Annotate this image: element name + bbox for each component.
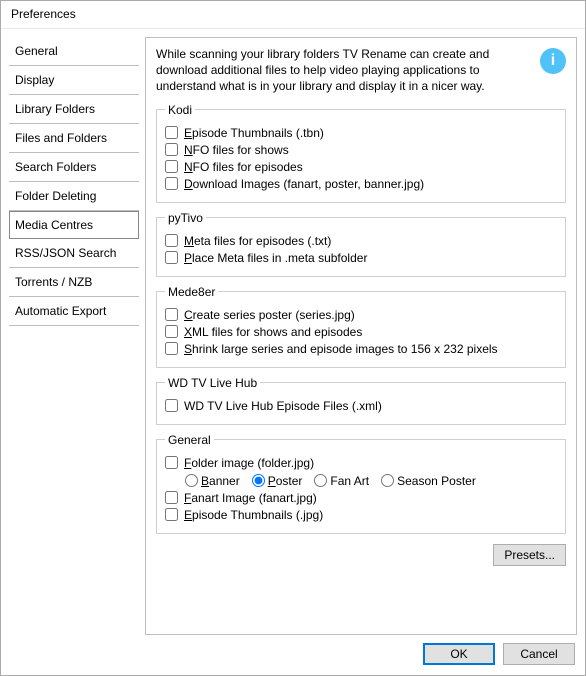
checkbox-pytivo-meta-files[interactable]	[165, 234, 178, 247]
checkbox-label: Place Meta files in .meta subfolder	[184, 251, 367, 265]
radio-poster[interactable]	[252, 474, 265, 487]
group-wdtv-legend: WD TV Live Hub	[165, 376, 260, 390]
checkbox-kodi-download-images[interactable]	[165, 177, 178, 190]
checkbox-wdtv-episode-files[interactable]	[165, 399, 178, 412]
checkbox-kodi-nfo-shows[interactable]	[165, 143, 178, 156]
checkbox-pytivo-subfolder[interactable]	[165, 251, 178, 264]
group-mede8er: Mede8er Create series poster (series.jpg…	[156, 285, 566, 368]
sidebar-item-library-folders[interactable]: Library Folders	[9, 95, 139, 124]
main-area: General Display Library Folders Files an…	[9, 37, 577, 635]
dialog-footer: OK Cancel	[9, 635, 577, 667]
checkbox-mede8er-shrink-images[interactable]	[165, 342, 178, 355]
group-general-legend: General	[165, 433, 214, 447]
radio-fan-art[interactable]	[314, 474, 327, 487]
sidebar-item-label: Search Folders	[15, 160, 96, 174]
presets-button[interactable]: Presets...	[493, 544, 566, 566]
radio-label: Poster	[268, 474, 303, 488]
radio-label: Fan Art	[330, 474, 369, 488]
radio-season-poster[interactable]	[381, 474, 394, 487]
radio-label: Season Poster	[397, 474, 476, 488]
checkbox-label: Create series poster (series.jpg)	[184, 308, 355, 322]
sidebar-item-label: Files and Folders	[15, 131, 107, 145]
checkbox-label: Folder image (folder.jpg)	[184, 456, 314, 470]
sidebar-item-files-and-folders[interactable]: Files and Folders	[9, 124, 139, 153]
checkbox-label: NFO files for shows	[184, 143, 289, 157]
sidebar-item-label: Automatic Export	[15, 304, 106, 318]
sidebar-item-media-centres[interactable]: Media Centres	[9, 211, 139, 239]
checkbox-episode-thumbnails[interactable]	[165, 508, 178, 521]
group-general: General Folder image (folder.jpg) Banner…	[156, 433, 566, 534]
content-panel: While scanning your library folders TV R…	[145, 37, 577, 635]
panel-description: While scanning your library folders TV R…	[156, 46, 532, 95]
checkbox-mede8er-series-poster[interactable]	[165, 308, 178, 321]
sidebar-item-torrents-nzb[interactable]: Torrents / NZB	[9, 268, 139, 297]
sidebar-item-label: Media Centres	[15, 218, 93, 232]
window-body: General Display Library Folders Files an…	[1, 29, 585, 675]
checkbox-label: Episode Thumbnails (.jpg)	[184, 508, 323, 522]
sidebar-item-label: Library Folders	[15, 102, 95, 116]
sidebar-item-label: Folder Deleting	[15, 189, 96, 203]
category-sidebar: General Display Library Folders Files an…	[9, 37, 139, 635]
checkbox-label: Download Images (fanart, poster, banner.…	[184, 177, 424, 191]
description-row: While scanning your library folders TV R…	[156, 46, 566, 95]
radio-banner[interactable]	[185, 474, 198, 487]
sidebar-item-automatic-export[interactable]: Automatic Export	[9, 297, 139, 326]
folder-image-radio-group: Banner Poster Fan Art Season Poster	[185, 474, 557, 488]
checkbox-mede8er-xml-files[interactable]	[165, 325, 178, 338]
group-pytivo-legend: pyTivo	[165, 211, 206, 225]
group-pytivo: pyTivo Meta files for episodes (.txt) Pl…	[156, 211, 566, 277]
checkbox-label: Shrink large series and episode images t…	[184, 342, 498, 356]
sidebar-item-label: Torrents / NZB	[15, 275, 92, 289]
checkbox-fanart-image[interactable]	[165, 491, 178, 504]
radio-label: Banner	[201, 474, 240, 488]
cancel-button[interactable]: Cancel	[503, 643, 575, 665]
checkbox-label: Meta files for episodes (.txt)	[184, 234, 331, 248]
sidebar-item-rss-json-search[interactable]: RSS/JSON Search	[9, 239, 139, 268]
checkbox-label: Episode Thumbnails (.tbn)	[184, 126, 324, 140]
ok-button[interactable]: OK	[423, 643, 495, 665]
sidebar-item-display[interactable]: Display	[9, 66, 139, 95]
preferences-window: Preferences General Display Library Fold…	[0, 0, 586, 676]
group-kodi: Kodi Episode Thumbnails (.tbn) NFO files…	[156, 103, 566, 203]
group-wdtv: WD TV Live Hub WD TV Live Hub Episode Fi…	[156, 376, 566, 425]
info-icon[interactable]: i	[540, 48, 566, 74]
checkbox-kodi-episode-thumbnails[interactable]	[165, 126, 178, 139]
checkbox-label: NFO files for episodes	[184, 160, 303, 174]
checkbox-folder-image[interactable]	[165, 456, 178, 469]
window-title: Preferences	[1, 1, 585, 29]
checkbox-label: Fanart Image (fanart.jpg)	[184, 491, 317, 505]
sidebar-item-folder-deleting[interactable]: Folder Deleting	[9, 182, 139, 211]
sidebar-item-general[interactable]: General	[9, 37, 139, 66]
checkbox-label: XML files for shows and episodes	[184, 325, 362, 339]
sidebar-item-search-folders[interactable]: Search Folders	[9, 153, 139, 182]
sidebar-item-label: General	[15, 44, 58, 58]
presets-row: Presets...	[156, 544, 566, 566]
checkbox-label: WD TV Live Hub Episode Files (.xml)	[184, 399, 382, 413]
sidebar-item-label: RSS/JSON Search	[15, 246, 116, 260]
group-mede8er-legend: Mede8er	[165, 285, 218, 299]
checkbox-kodi-nfo-episodes[interactable]	[165, 160, 178, 173]
sidebar-item-label: Display	[15, 73, 54, 87]
group-kodi-legend: Kodi	[165, 103, 195, 117]
